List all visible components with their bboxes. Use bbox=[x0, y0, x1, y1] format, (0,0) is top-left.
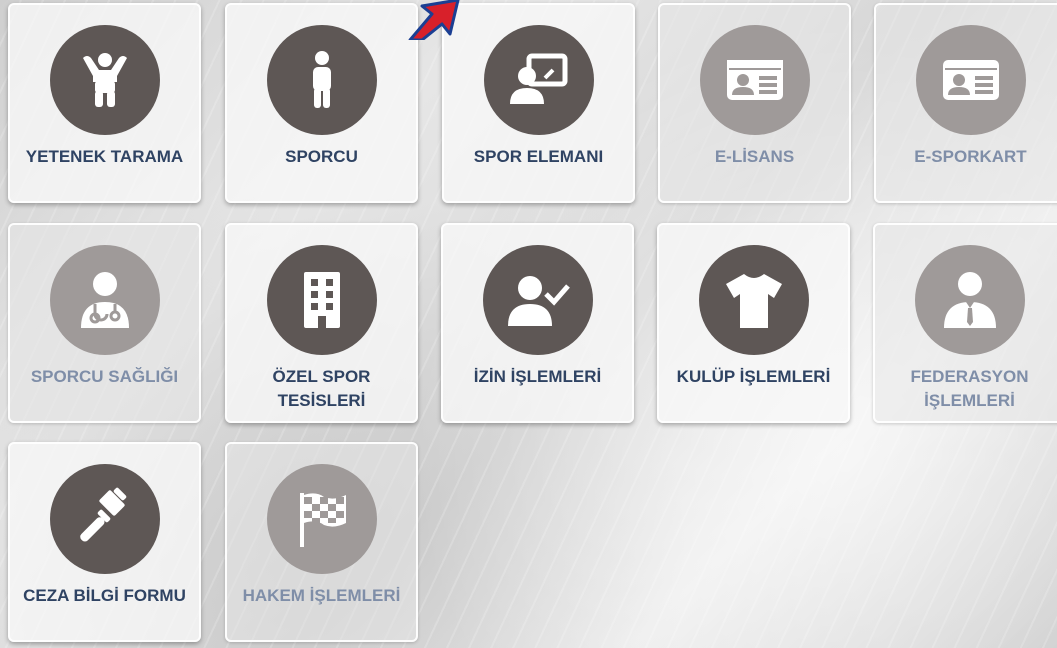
tile-label: SPORCU bbox=[285, 147, 358, 166]
tile-label: SPORCU SAĞLIĞI bbox=[30, 367, 179, 386]
tile-label: KULÜP İŞLEMLERİ bbox=[676, 367, 831, 386]
tshirt-icon bbox=[698, 245, 809, 355]
tile-izin-islemleri[interactable]: İZİN İŞLEMLERİ bbox=[441, 223, 634, 423]
tile-hakem-islemleri[interactable]: HAKEM İŞLEMLERİ bbox=[225, 442, 418, 642]
tile-label: İZİN İŞLEMLERİ bbox=[473, 367, 602, 386]
pointer-arrow-icon bbox=[408, 0, 460, 40]
checkered-flag-icon bbox=[266, 464, 377, 574]
tile-label: E-SPORKART bbox=[914, 147, 1027, 166]
user-check-icon bbox=[482, 245, 593, 355]
id-card-icon bbox=[915, 25, 1026, 135]
tile-e-sporkart[interactable]: E-SPORKART bbox=[874, 3, 1057, 203]
tile-label: CEZA BİLGİ FORMU bbox=[23, 586, 186, 605]
building-icon bbox=[266, 245, 377, 355]
tile-ozel-spor-tesisleri[interactable]: ÖZEL SPOR TESİSLERİ bbox=[225, 223, 418, 423]
tile-e-lisans[interactable]: E-LİSANS bbox=[658, 3, 851, 203]
tile-label: SPOR ELEMANI bbox=[473, 147, 604, 166]
businessman-icon bbox=[914, 245, 1025, 355]
tile-spor-elemani[interactable]: SPOR ELEMANI bbox=[442, 3, 635, 203]
gavel-icon bbox=[49, 464, 160, 574]
tile-kulup-islemleri[interactable]: KULÜP İŞLEMLERİ bbox=[657, 223, 850, 423]
doctor-icon bbox=[49, 245, 160, 355]
tile-sporcu-sagligi[interactable]: SPORCU SAĞLIĞI bbox=[8, 223, 201, 423]
child-icon bbox=[49, 25, 160, 135]
tile-label: FEDERASYON İŞLEMLERİ bbox=[910, 367, 1029, 410]
tile-label: HAKEM İŞLEMLERİ bbox=[242, 586, 401, 605]
tile-yetenek-tarama[interactable]: YETENEK TARAMA bbox=[8, 3, 201, 203]
trainer-board-icon bbox=[483, 25, 594, 135]
tile-sporcu[interactable]: SPORCU bbox=[225, 3, 418, 203]
person-icon bbox=[266, 25, 377, 135]
id-card-icon bbox=[699, 25, 810, 135]
tile-label: ÖZEL SPOR TESİSLERİ bbox=[272, 367, 371, 410]
tile-label: YETENEK TARAMA bbox=[25, 147, 184, 166]
tile-federasyon-islemleri[interactable]: FEDERASYON İŞLEMLERİ bbox=[873, 223, 1057, 423]
tile-ceza-bilgi-formu[interactable]: CEZA BİLGİ FORMU bbox=[8, 442, 201, 642]
tile-label: E-LİSANS bbox=[714, 147, 795, 166]
